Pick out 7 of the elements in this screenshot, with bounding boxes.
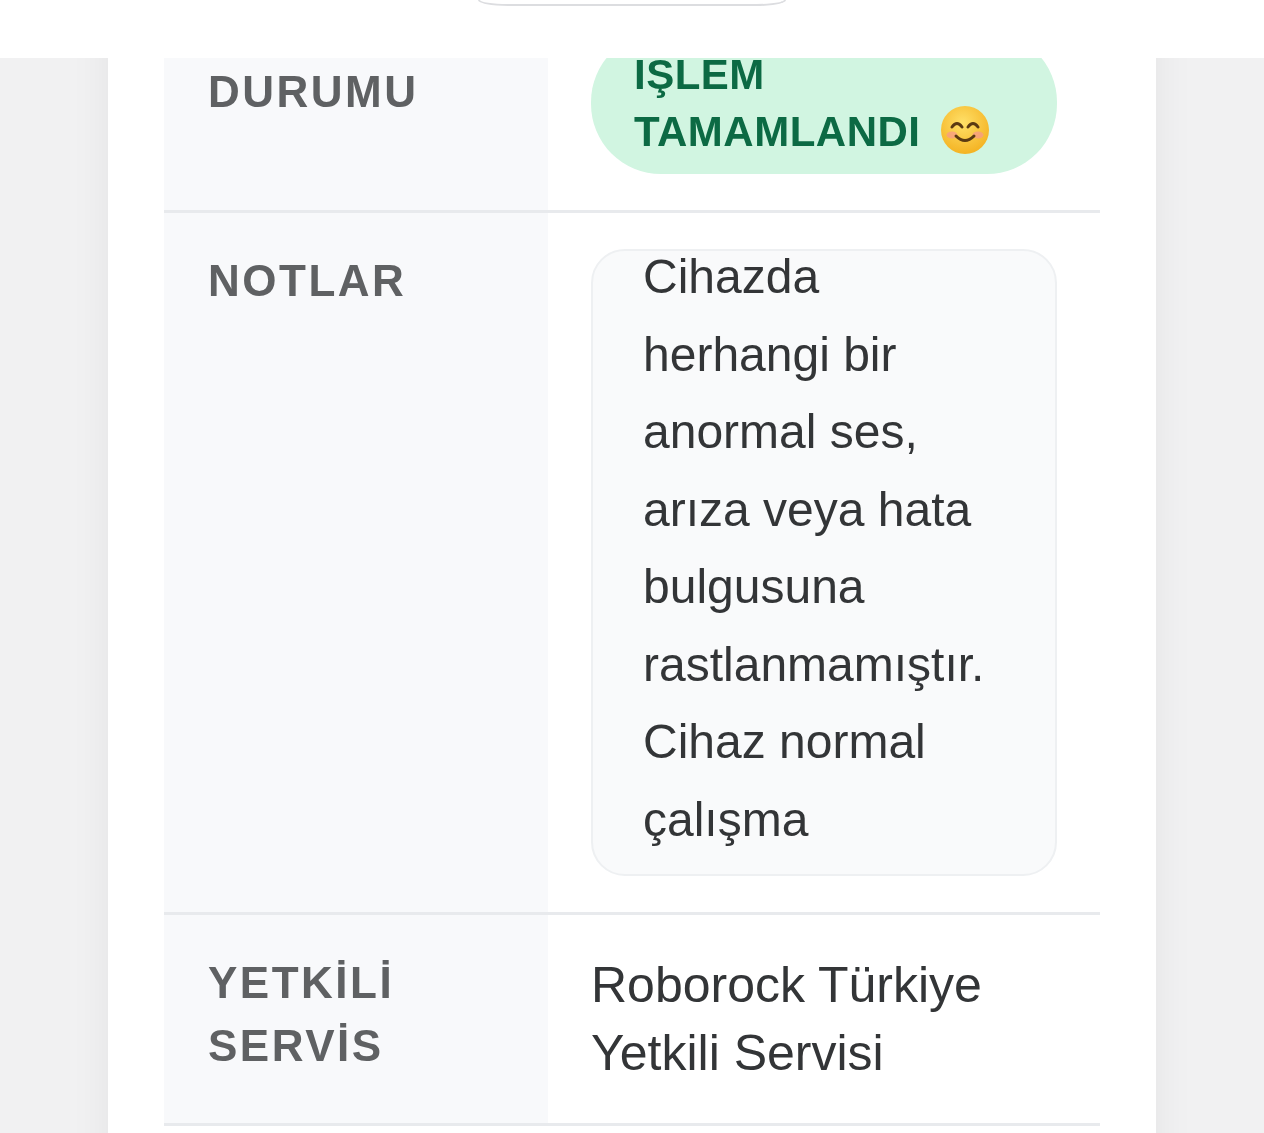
row-label: DURUMU (208, 66, 420, 118)
row-label: NOTLAR (208, 255, 408, 307)
service-name: Roborock Türkiye Yetkili Servisi (591, 956, 983, 1083)
smiling-face-icon (940, 106, 989, 154)
notes-text: Cihazda herhangi bir anormal ses, arıza veya hata bulgusuna rastlanmamıştır. Cihaz normal çalışma (643, 251, 986, 848)
row-label: YETKİLİ SERVİS (208, 957, 396, 1072)
status-text: İŞLEM TAMAMLANDI (634, 58, 921, 155)
